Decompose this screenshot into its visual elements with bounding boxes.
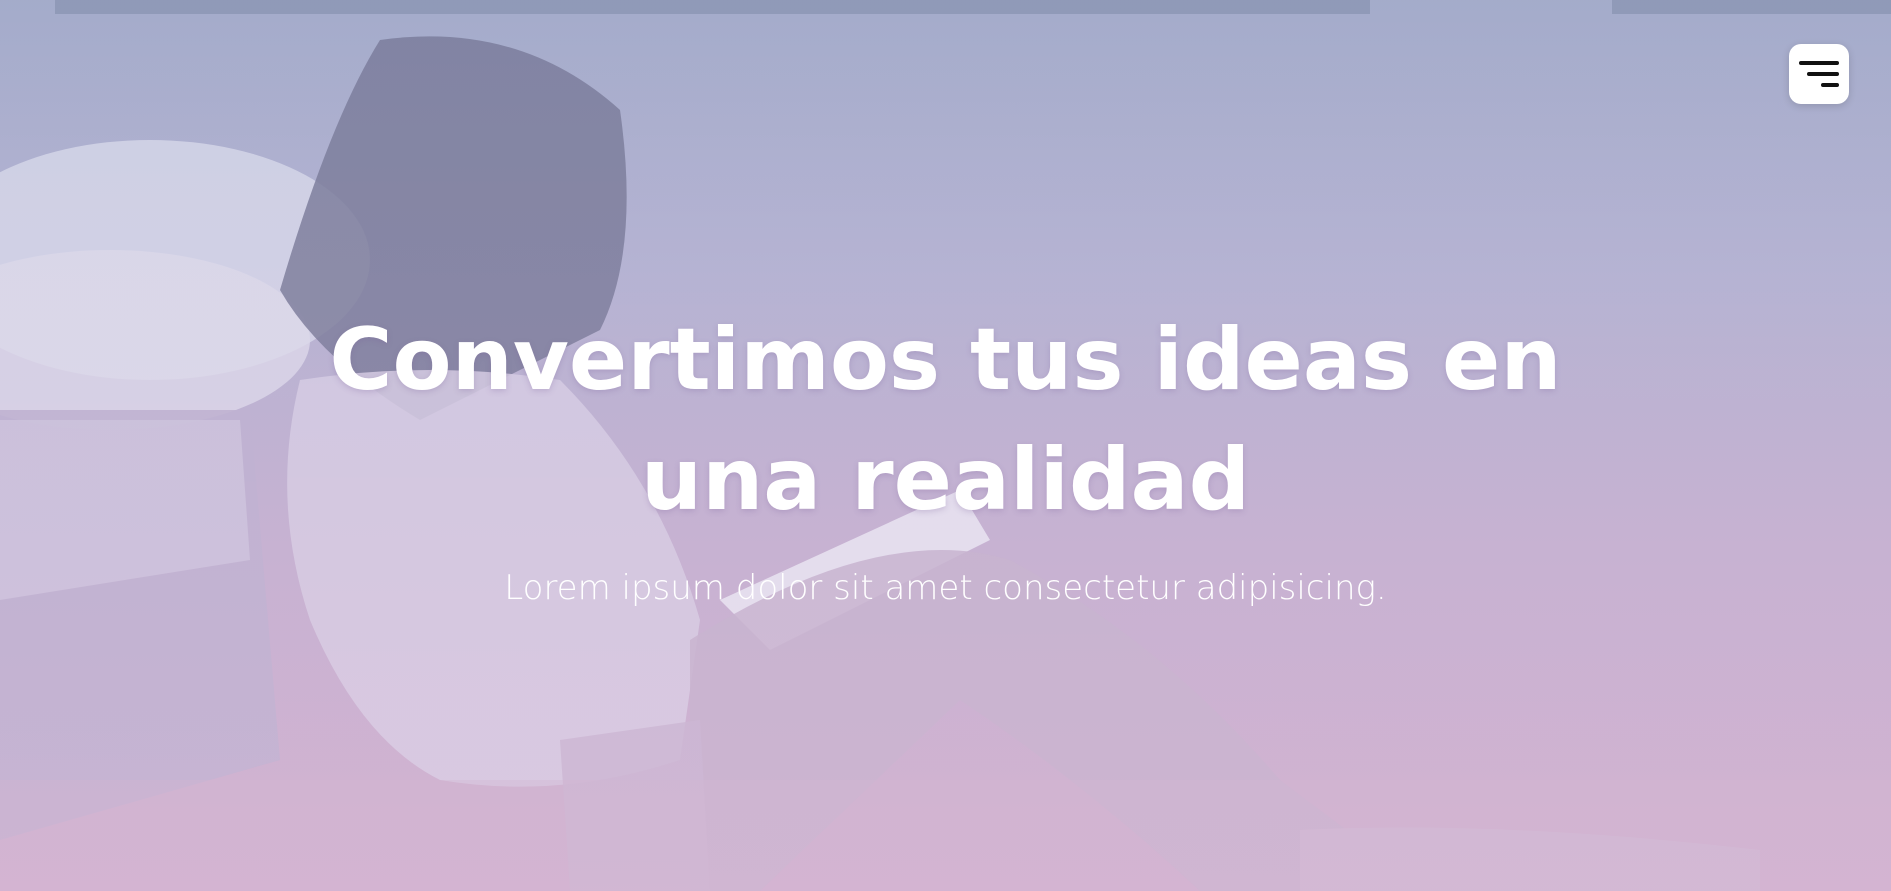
hamburger-menu-icon-bar bbox=[1821, 83, 1839, 87]
hamburger-menu-icon-bar bbox=[1807, 72, 1839, 76]
hero-title: Convertimos tus ideas en una realidad bbox=[329, 310, 1562, 530]
hero-content: Convertimos tus ideas en una realidad Lo… bbox=[0, 300, 1891, 610]
hamburger-menu-icon bbox=[1799, 61, 1839, 65]
hero-section: Convertimos tus ideas en una realidad Lo… bbox=[0, 0, 1891, 891]
hero-subtitle: Lorem ipsum dolor sit amet consectetur a… bbox=[504, 568, 1387, 608]
menu-button[interactable] bbox=[1789, 44, 1849, 104]
